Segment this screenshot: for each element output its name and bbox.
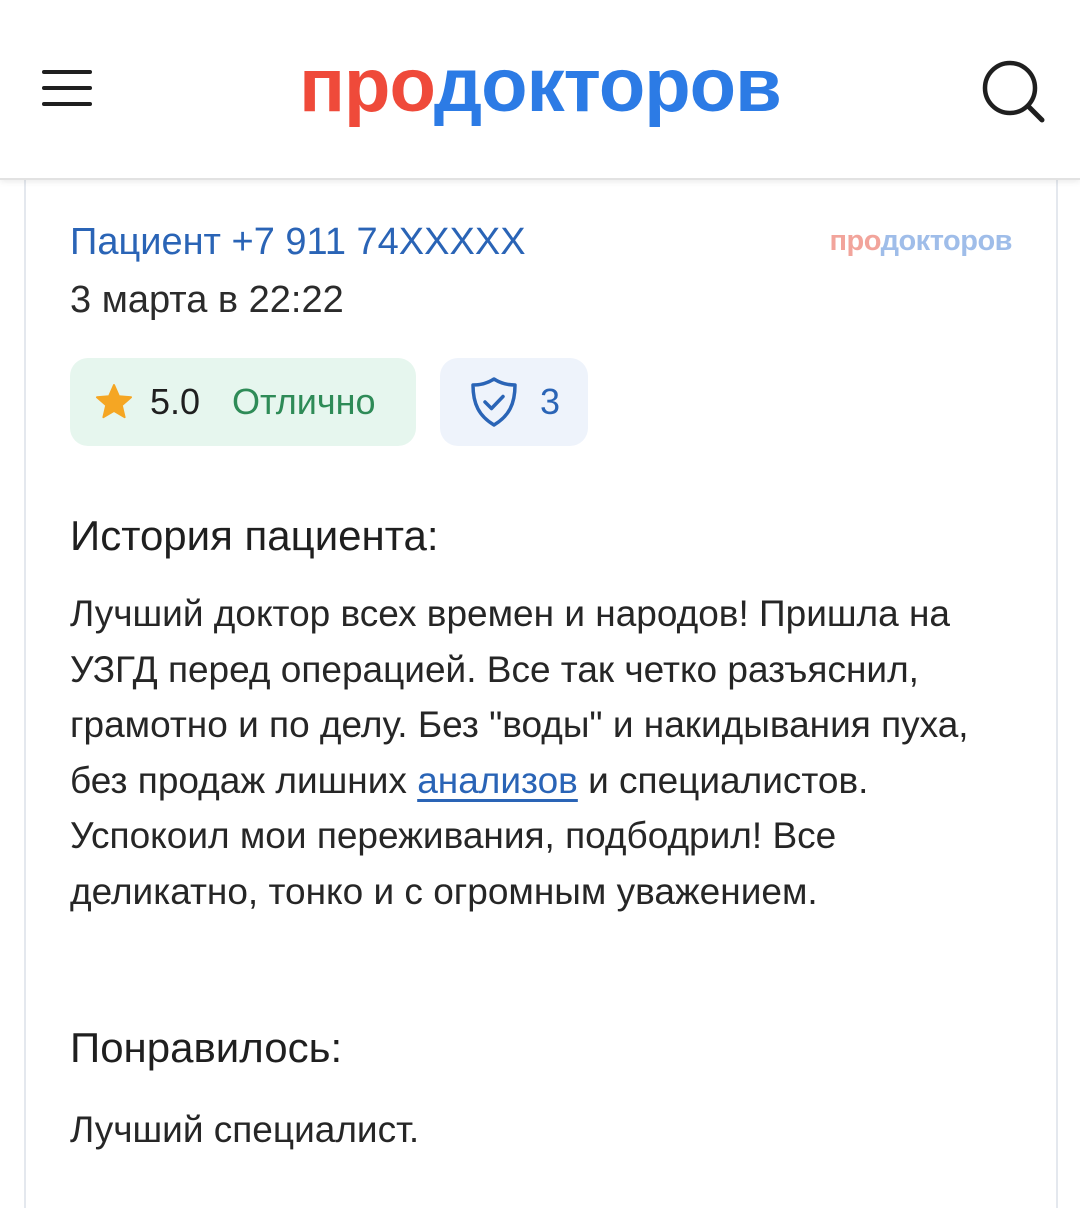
source-logo-part-blue: докторов xyxy=(880,225,1013,257)
rating-value: 5.0 xyxy=(150,381,201,422)
search-icon xyxy=(982,60,1045,123)
star-icon xyxy=(96,384,132,419)
site-logo[interactable]: продокторов xyxy=(0,46,1080,126)
review-author[interactable]: Пациент +7 911 74XXXXX xyxy=(70,218,526,266)
patient-story-text: Лучший доктор всех времен и народов! При… xyxy=(70,586,1020,919)
verification-count: 3 xyxy=(540,381,561,422)
source-logo-part-red: про xyxy=(829,225,882,257)
tests-link[interactable]: анализов xyxy=(417,760,578,801)
liked-text: Лучший специалист. xyxy=(70,1109,420,1150)
review-source-logo: продокторов xyxy=(830,224,1013,258)
verification-badge[interactable]: 3 xyxy=(440,358,588,446)
top-app-bar: продокторов xyxy=(0,0,1080,180)
logo-part-red: про xyxy=(299,43,435,128)
rating-label: Отлично xyxy=(232,381,376,422)
liked-heading: Понравилось: xyxy=(70,1024,343,1071)
rating-badge[interactable]: 5.0 Отлично xyxy=(70,358,416,446)
review-date: 3 марта в 22:22 xyxy=(70,279,344,321)
shield-check-icon xyxy=(471,377,517,427)
logo-part-blue: докторов xyxy=(433,43,782,128)
history-heading: История пациента: xyxy=(70,512,439,559)
search-button[interactable] xyxy=(978,56,1048,126)
